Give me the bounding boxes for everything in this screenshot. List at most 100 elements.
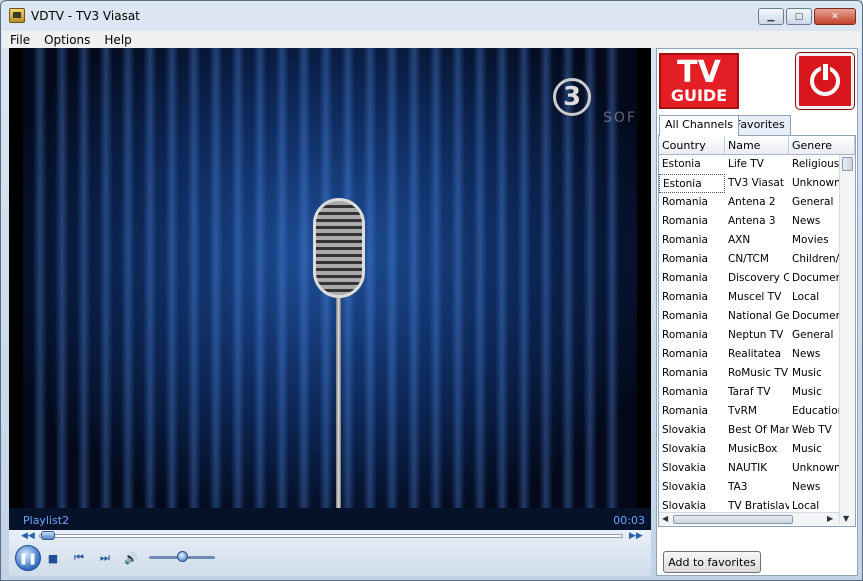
cell-genere: Unknown (792, 177, 839, 189)
video-frame[interactable]: 3 SOFT (23, 48, 637, 508)
menu-file[interactable]: File (10, 33, 30, 47)
stop-icon: ■ (47, 551, 59, 565)
cell-country: Romania (662, 348, 708, 360)
table-row[interactable]: Romania CN/TCM Children/ (659, 250, 839, 269)
table-row[interactable]: Romania TvRM Education (659, 402, 839, 421)
table-row[interactable]: Romania Discovery ChDocumen (659, 269, 839, 288)
table-row[interactable]: Romania National GeoDocumen (659, 307, 839, 326)
seek-thumb[interactable] (41, 531, 55, 540)
power-icon (810, 62, 840, 96)
rewind-icon[interactable]: ◀◀ (21, 531, 35, 541)
table-row[interactable]: Romania Antena 2 General (659, 193, 839, 212)
table-row[interactable]: Romania Taraf TV Music (659, 383, 839, 402)
mute-button[interactable]: 🔊 (123, 550, 139, 566)
table-row[interactable]: Slovakia MusicBox Music (659, 440, 839, 459)
curtain-stripe (231, 48, 245, 508)
cell-country: Slovakia (662, 462, 707, 474)
cell-name: Discovery Ch (728, 272, 789, 284)
app-window: VDTV - TV3 Viasat ▁ ▢ ✕ File Options Hel… (0, 0, 863, 581)
pause-button[interactable]: ❚❚ (15, 545, 41, 571)
curtain-stripe (539, 48, 553, 508)
column-country[interactable]: Country (659, 136, 725, 155)
curtain-stripe (99, 48, 113, 508)
table-row[interactable]: Slovakia NAUTIK Unknown (659, 459, 839, 478)
maximize-button[interactable]: ▢ (786, 8, 812, 25)
add-to-favorites-button[interactable]: Add to favorites (663, 551, 761, 573)
vertical-scroll-thumb[interactable] (842, 157, 853, 171)
table-row[interactable]: Romania Neptun TV General (659, 326, 839, 345)
column-genere[interactable]: Genere (789, 136, 855, 155)
cell-genere: News (792, 348, 821, 360)
cell-genere: Movies (792, 234, 829, 246)
channel-tabs: All Channels Favorites (657, 115, 857, 136)
minimize-button[interactable]: ▁ (758, 8, 784, 25)
curtain-stripe (143, 48, 157, 508)
next-button[interactable]: ⏭ (97, 550, 113, 566)
menu-help[interactable]: Help (104, 33, 131, 47)
table-row[interactable]: Romania Realitatea News (659, 345, 839, 364)
horizontal-scrollbar[interactable]: ◀ ▶ (659, 512, 839, 526)
cell-genere: News (792, 215, 821, 227)
cell-genere: Local (792, 291, 820, 303)
video-panel: 3 SOFT Playlist2 00:03 (9, 48, 651, 530)
table-row[interactable]: Estonia Life TV Religious (659, 155, 839, 174)
curtain-stripe (297, 48, 311, 508)
cell-genere: Web TV (792, 424, 832, 436)
seek-bar[interactable] (39, 534, 623, 538)
stop-button[interactable]: ■ (45, 550, 61, 566)
next-icon: ⏭ (100, 551, 110, 564)
table-row[interactable]: Estonia TV3 Viasat Unknown (659, 174, 839, 193)
cell-country: Romania (662, 215, 708, 227)
cell-country: Slovakia (662, 443, 707, 455)
table-row[interactable]: Romania AXN Movies (659, 231, 839, 250)
curtain-stripe (363, 48, 377, 508)
speaker-icon: 🔊 (124, 551, 138, 565)
table-row[interactable]: Romania Muscel TV Local (659, 288, 839, 307)
title-bar[interactable]: VDTV - TV3 Viasat ▁ ▢ ✕ (1, 1, 862, 31)
window-controls: ▁ ▢ ✕ (758, 8, 856, 25)
curtain-stripe (473, 48, 487, 508)
column-name[interactable]: Name (725, 136, 789, 155)
horizontal-scroll-thumb[interactable] (673, 515, 793, 524)
cell-country: Romania (662, 405, 708, 417)
cell-country: Romania (662, 196, 708, 208)
curtain-stripe (275, 48, 289, 508)
tv-guide-logo[interactable]: TV GUIDE (659, 53, 739, 109)
menu-options[interactable]: Options (44, 33, 90, 47)
volume-thumb[interactable] (176, 551, 188, 562)
cell-genere: Documen (792, 272, 839, 284)
power-button[interactable] (795, 52, 855, 110)
table-row[interactable]: Slovakia Best Of MarkWeb TV (659, 421, 839, 440)
menu-bar: File Options Help (2, 31, 861, 48)
curtain-stripe (385, 48, 399, 508)
table-row[interactable]: Slovakia TA3 News (659, 478, 839, 497)
cell-genere: Music (792, 386, 822, 398)
previous-button[interactable]: ⏮ (71, 550, 87, 566)
cell-name: NAUTIK (728, 462, 768, 474)
fast-forward-icon[interactable]: ▶▶ (629, 531, 643, 541)
scroll-down-icon[interactable]: ▼ (843, 514, 849, 523)
cell-name: TvRM (728, 405, 757, 417)
window-title: VDTV - TV3 Viasat (31, 9, 140, 23)
curtain-stripe (451, 48, 465, 508)
cell-genere: Music (792, 443, 822, 455)
cell-country: Romania (662, 386, 708, 398)
watermark: SOFT (603, 110, 637, 126)
channel-list: Country Name Genere Estonia Life TV Religi… (658, 135, 856, 527)
cell-country: Romania (662, 310, 708, 322)
vertical-scrollbar[interactable]: ▼ (839, 155, 855, 525)
close-icon: ✕ (831, 11, 839, 22)
close-button[interactable]: ✕ (814, 8, 856, 25)
cell-name: Muscel TV (728, 291, 782, 303)
scroll-right-icon[interactable]: ▶ (827, 514, 833, 523)
cell-country: Slovakia (662, 481, 707, 493)
table-row[interactable]: Romania Antena 3 News (659, 212, 839, 231)
maximize-icon: ▢ (794, 11, 804, 22)
playlist-name[interactable]: Playlist2 (23, 514, 69, 527)
tab-all-channels[interactable]: All Channels (659, 115, 740, 136)
scroll-left-icon[interactable]: ◀ (662, 514, 668, 523)
cell-name: CN/TCM (728, 253, 769, 265)
table-row[interactable]: Romania RoMusic TV Music (659, 364, 839, 383)
cell-name: RoMusic TV (728, 367, 789, 379)
cell-name: Antena 2 (728, 196, 776, 208)
